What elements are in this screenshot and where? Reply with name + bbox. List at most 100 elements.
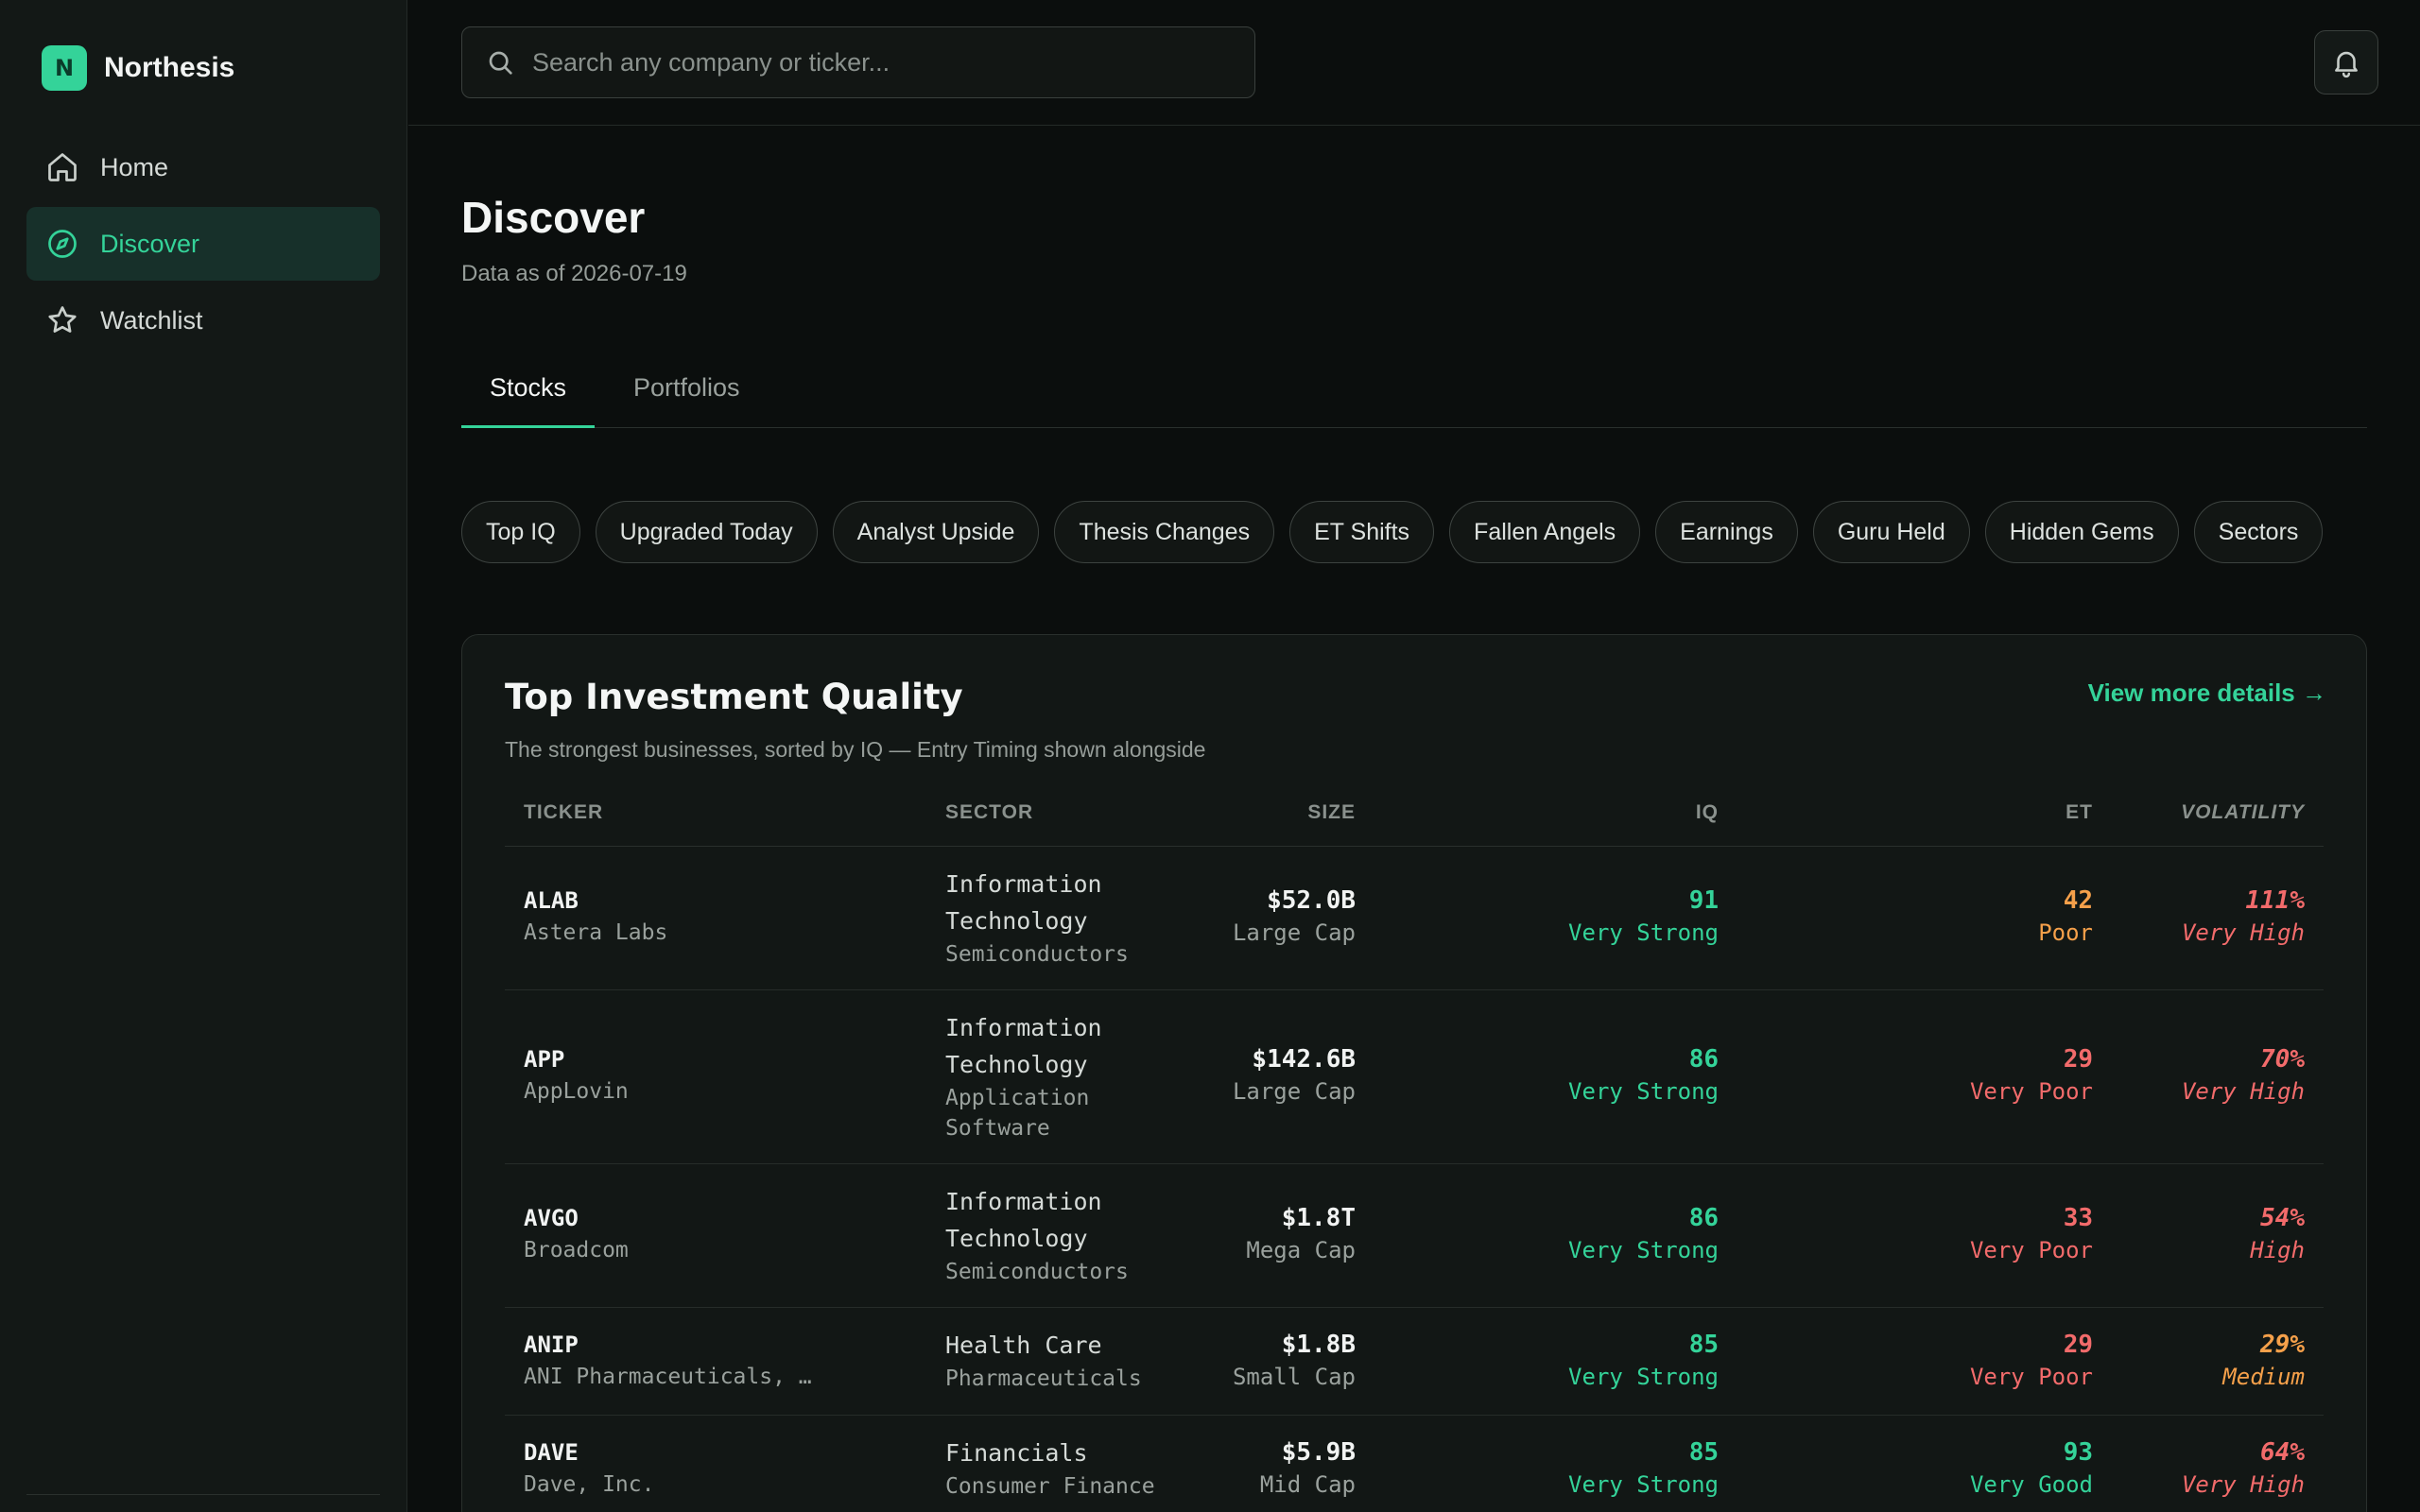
et-score: 42 [2063,886,2093,915]
ticker-symbol: ALAB [524,887,579,914]
sidebar-item-label: Home [100,152,169,181]
sector-cell: Information Technology Semiconductors [945,866,1172,970]
et-cell: 29 Very Poor [1970,1043,2093,1108]
sector-name-cont: Technology [945,1225,1088,1252]
notifications-button[interactable] [2314,30,2378,94]
market-cap: $52.0B [1267,886,1356,915]
chip-et-shifts[interactable]: ET Shifts [1289,501,1435,563]
ticker-symbol: DAVE [524,1439,579,1466]
chip-sectors[interactable]: Sectors [2193,501,2324,563]
table-row[interactable]: APP AppLovin Information Technology Appl… [505,990,2324,1164]
table-row[interactable]: ANIP ANI Pharmaceuticals, … Health Care … [505,1308,2324,1416]
bell-icon [2335,51,2358,78]
chip-analyst-upside[interactable]: Analyst Upside [832,501,1040,563]
sector-name: Information [945,1188,1102,1215]
iq-label: Very Strong [1568,1078,1719,1105]
sector-cell: Information Technology Semiconductors [945,1183,1172,1287]
et-label: Very Poor [1969,1364,2093,1390]
et-label: Very Poor [1969,1237,2093,1263]
star-icon [45,303,79,337]
search-icon [489,51,512,75]
iq-cell: 86 Very Strong [1568,1043,1719,1108]
chip-earnings[interactable]: Earnings [1655,501,1798,563]
cap-class: Mid Cap [1259,1471,1356,1498]
sidebar-item-discover[interactable]: Discover [26,207,380,281]
ticker-cell: AVGO Broadcom [524,1202,629,1266]
sector-name-cont: Technology [945,1051,1088,1078]
chip-upgraded-today[interactable]: Upgraded Today [595,501,818,563]
sidebar-nav: Home Discover Watchlist [26,130,380,360]
view-more-details-link[interactable]: View more details → [2088,679,2326,708]
company-name: ANI Pharmaceuticals, … [524,1365,812,1389]
brand[interactable]: N Northesis [42,45,234,91]
iq-label: Very Strong [1568,1364,1719,1390]
industry-name: Pharmaceuticals [945,1366,1142,1391]
chip-guru-held[interactable]: Guru Held [1812,501,1970,563]
data-date: Data as of 2026-07-19 [461,261,687,286]
chip-thesis-changes[interactable]: Thesis Changes [1054,501,1275,563]
industry-name: Semiconductors [945,1260,1129,1284]
volatility-value: 54% [2260,1204,2305,1232]
market-cap: $5.9B [1281,1438,1356,1467]
volatility-cell: 70% Very High [2182,1043,2305,1108]
tab-stocks[interactable]: Stocks [461,362,595,428]
chip-hidden-gems[interactable]: Hidden Gems [1984,501,2179,563]
et-score: 93 [2063,1438,2093,1467]
volatility-cell: 54% High [2250,1202,2305,1266]
et-cell: 29 Very Poor [1970,1329,2093,1393]
volatility-value: 111% [2245,886,2305,915]
table-header: TICKER SECTOR SIZE IQ ET VOLATILITY [505,781,2324,847]
header-ticker[interactable]: TICKER [524,801,603,824]
sidebar-item-watchlist[interactable]: Watchlist [26,284,380,357]
table-row[interactable]: DAVE Dave, Inc. Financials Consumer Fina… [505,1416,2324,1512]
sidebar-item-home[interactable]: Home [26,130,380,204]
market-cap: $1.8B [1281,1331,1356,1359]
page-title: Discover [461,193,646,242]
search-box[interactable] [461,26,1255,98]
et-score: 33 [2063,1204,2093,1232]
et-label: Poor [2038,919,2093,946]
tab-portfolios[interactable]: Portfolios [633,362,747,428]
et-score: 29 [2063,1045,2093,1074]
ticker-symbol: AVGO [524,1205,579,1231]
volatility-cell: 64% Very High [2182,1436,2305,1501]
sector-cell: Information Technology Application Softw… [945,1009,1172,1143]
company-name: Astera Labs [524,920,668,945]
iq-label: Very Strong [1568,919,1719,946]
header-volatility[interactable]: VOLATILITY [2181,801,2305,824]
et-cell: 93 Very Good [1970,1436,2093,1501]
header-size[interactable]: SIZE [1307,801,1356,824]
ticker-cell: ANIP ANI Pharmaceuticals, … [524,1329,812,1393]
company-name: Dave, Inc. [524,1472,655,1497]
volatility-value: 29% [2260,1331,2305,1359]
table-row[interactable]: AVGO Broadcom Information Technology Sem… [505,1164,2324,1308]
iq-score: 85 [1688,1331,1719,1359]
ticker-symbol: APP [524,1046,565,1073]
iq-cell: 85 Very Strong [1568,1329,1719,1393]
et-cell: 33 Very Poor [1970,1202,2093,1266]
header-et[interactable]: ET [2066,801,2093,824]
header-sector[interactable]: SECTOR [945,801,1033,824]
header-iq[interactable]: IQ [1696,801,1719,824]
et-label: Very Poor [1969,1078,2093,1105]
iq-cell: 86 Very Strong [1568,1202,1719,1266]
iq-score: 86 [1688,1045,1719,1074]
cap-class: Large Cap [1232,919,1356,946]
search-input[interactable] [532,47,1232,77]
chip-fallen-angels[interactable]: Fallen Angels [1449,501,1641,563]
market-cap: $1.8T [1281,1204,1356,1232]
cap-class: Small Cap [1232,1364,1356,1390]
sector-cell: Financials Consumer Finance [945,1435,1172,1502]
sidebar-divider [26,1494,380,1495]
size-cell: $142.6B Large Cap [1233,1043,1356,1108]
volatility-label: High [2250,1237,2305,1263]
volatility-label: Very High [2181,919,2305,946]
ticker-cell: ALAB Astera Labs [524,885,667,949]
sector-cell: Health Care Pharmaceuticals [945,1327,1172,1394]
table-row[interactable]: ALAB Astera Labs Information Technology … [505,847,2324,990]
volatility-value: 70% [2260,1045,2305,1074]
ticker-symbol: ANIP [524,1332,579,1358]
chip-top-iq[interactable]: Top IQ [461,501,580,563]
iq-cell: 85 Very Strong [1568,1436,1719,1501]
size-cell: $1.8B Small Cap [1233,1329,1356,1393]
